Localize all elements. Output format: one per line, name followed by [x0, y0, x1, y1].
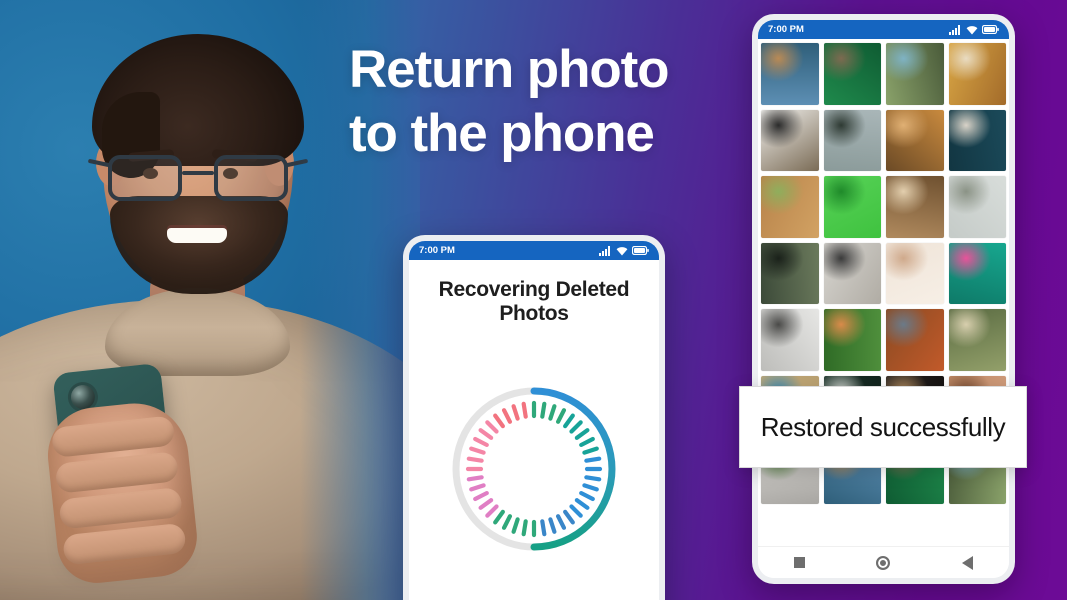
spinner-tick	[574, 498, 590, 511]
smile-mouth	[167, 228, 227, 243]
status-bar-left: 7:00 PM	[409, 241, 659, 260]
phone-screen-left: 7:00 PM Recovering Deleted Photos	[409, 241, 659, 600]
finger	[62, 522, 187, 566]
spinner-tick	[563, 413, 575, 429]
recovering-title: Recovering Deleted Photos	[438, 278, 630, 325]
spinner-tick	[469, 483, 486, 492]
circle-home-icon[interactable]	[876, 555, 891, 570]
eyeglasses-icon	[87, 155, 309, 203]
photo-thumbnail[interactable]	[886, 242, 944, 305]
photo-thumbnail[interactable]	[948, 242, 1006, 305]
spinner-tick	[501, 408, 513, 425]
photo-thumbnail[interactable]	[823, 109, 881, 172]
spinner-tick	[469, 446, 486, 456]
spinner-tick	[569, 420, 583, 435]
cellular-signal-icon	[949, 24, 960, 35]
photo-thumbnail[interactable]	[823, 176, 881, 238]
photo-thumbnail[interactable]	[948, 43, 1006, 105]
spinner-tick	[555, 408, 567, 425]
toast-message: Restored successfully	[760, 411, 1006, 442]
photo-thumbnail[interactable]	[761, 242, 819, 305]
spinner-tick	[473, 491, 489, 502]
hand	[43, 398, 201, 587]
lens-left	[108, 155, 182, 201]
spinner-tick	[493, 413, 505, 429]
spinner-tick	[521, 519, 528, 537]
battery-icon	[982, 25, 999, 34]
recovery-progress-spinner	[446, 381, 622, 557]
page-title: Return photo to the phone	[349, 38, 679, 166]
spinner-tick	[579, 437, 595, 448]
cellular-signal-icon	[599, 245, 610, 256]
spinner-tick	[579, 491, 595, 502]
phone-mockup-gallery: 7:00 PM	[752, 14, 1015, 584]
headline-line-2: to the phone	[349, 104, 655, 164]
phone-screen-right: 7:00 PM	[758, 20, 1009, 578]
restored-photo-grid[interactable]	[758, 39, 1009, 546]
photo-thumbnail[interactable]	[948, 309, 1006, 371]
square-recents-icon[interactable]	[793, 557, 805, 568]
spinner-tick	[521, 402, 528, 420]
spinner-tick	[563, 510, 575, 525]
android-navigation-bar	[758, 546, 1009, 578]
spinner-tick	[569, 504, 583, 519]
photo-thumbnail[interactable]	[886, 309, 944, 371]
battery-icon	[632, 246, 649, 255]
photo-thumbnail[interactable]	[823, 242, 881, 305]
glasses-bridge	[182, 171, 214, 175]
finger	[50, 415, 176, 458]
photo-thumbnail[interactable]	[886, 109, 944, 172]
spinner-tick	[511, 404, 520, 422]
status-time: 7:00 PM	[768, 24, 804, 35]
photo-thumbnail[interactable]	[948, 176, 1006, 238]
finger	[58, 486, 183, 530]
restored-toast-card: Restored successfully	[739, 386, 1027, 468]
wifi-icon	[616, 246, 628, 255]
spinner-tick	[511, 517, 520, 535]
spinner-tick	[548, 517, 557, 535]
lens-right	[214, 155, 288, 201]
spinner-tick	[501, 514, 513, 531]
status-bar-right: 7:00 PM	[758, 20, 1009, 39]
spinner-tick	[485, 420, 499, 435]
photo-thumbnail[interactable]	[886, 43, 944, 105]
triangle-back-icon[interactable]	[962, 555, 974, 570]
photo-thumbnail[interactable]	[886, 176, 944, 238]
spinner-tick	[485, 504, 499, 519]
camera-lens-top-icon	[69, 383, 97, 411]
spinner-tick	[478, 428, 494, 441]
photo-thumbnail[interactable]	[761, 309, 819, 371]
spinner-tick	[473, 437, 489, 448]
photo-thumbnail[interactable]	[823, 43, 881, 105]
photo-thumbnail[interactable]	[948, 109, 1006, 172]
finger	[54, 451, 180, 494]
wifi-icon	[966, 25, 978, 34]
spinner-tick	[584, 475, 602, 482]
spinner-tick	[582, 446, 599, 456]
spinner-tick	[466, 457, 484, 464]
photo-thumbnail[interactable]	[823, 309, 881, 371]
photo-thumbnail[interactable]	[761, 109, 819, 172]
spinner-tick	[466, 475, 484, 482]
spinner-tick	[548, 404, 557, 422]
spinner-tick	[555, 514, 567, 531]
photo-thumbnail[interactable]	[761, 176, 819, 238]
spinner-tick	[574, 428, 590, 441]
status-icons	[949, 24, 999, 35]
spinner-tick	[493, 510, 505, 525]
spinner-container	[409, 326, 659, 600]
photo-thumbnail[interactable]	[761, 43, 819, 105]
spinner-tick	[478, 498, 494, 511]
status-icons	[599, 245, 649, 256]
spinner-tick	[540, 519, 547, 537]
status-time: 7:00 PM	[419, 245, 455, 256]
phone-mockup-recovering: 7:00 PM Recovering Deleted Photos	[403, 235, 665, 600]
spinner-tick	[584, 457, 602, 464]
spinner-tick	[540, 402, 547, 420]
headline-line-1: Return photo	[349, 40, 670, 99]
spinner-tick	[582, 483, 599, 492]
spinner-svg	[452, 387, 616, 551]
